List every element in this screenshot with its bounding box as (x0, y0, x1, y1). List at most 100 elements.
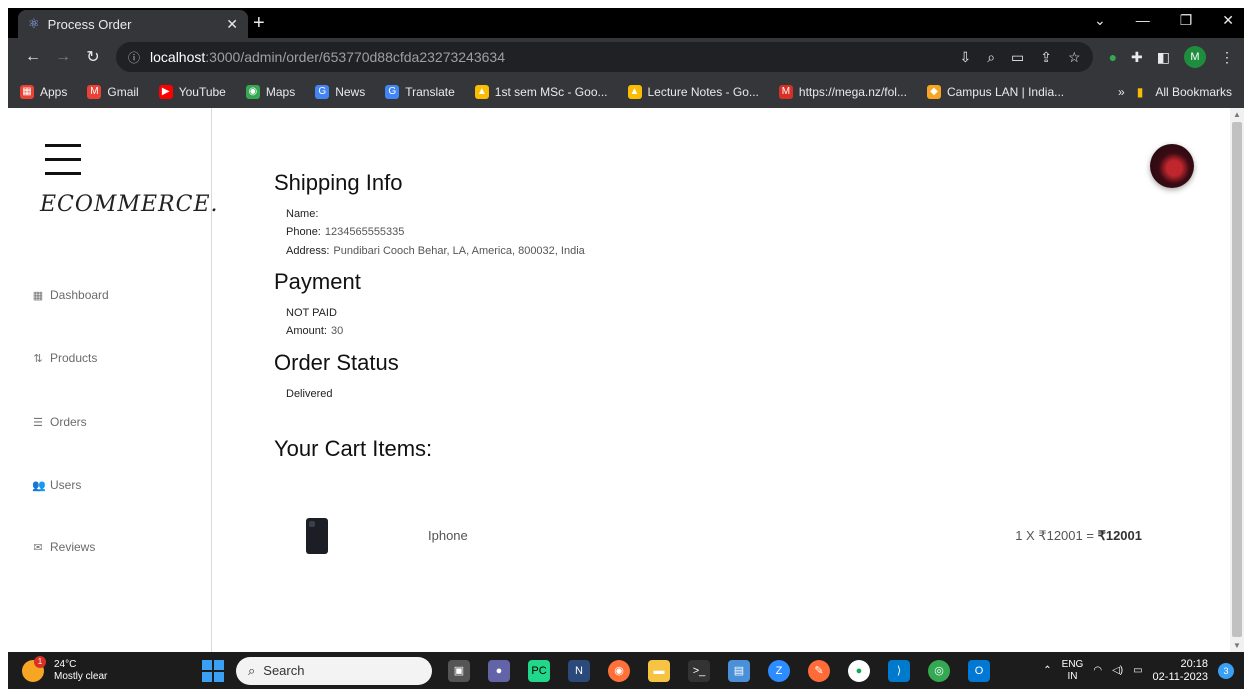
menu-kebab-icon[interactable]: ⋮ (1220, 49, 1234, 66)
all-bookmarks-link[interactable]: All Bookmarks (1155, 85, 1232, 99)
bookmark-star-icon[interactable]: ☆ (1068, 49, 1081, 66)
apps-grid-icon: ▦ (20, 85, 34, 99)
scroll-up-icon[interactable]: ▲ (1233, 110, 1241, 119)
weather-widget[interactable]: 1 24°C Mostly clear (8, 655, 198, 683)
back-arrow-icon[interactable]: ← (18, 48, 48, 66)
close-tab-icon[interactable]: ✕ (226, 16, 238, 33)
sidebar-item-dashboard[interactable]: ▦ Dashboard (32, 288, 109, 302)
iphone-image-icon (306, 518, 328, 554)
notification-badge[interactable]: 3 (1218, 662, 1234, 679)
minimize-icon[interactable]: — (1136, 12, 1150, 29)
address-bar[interactable]: ⓘ localhost :3000/admin/order/653770d88c… (116, 42, 1093, 72)
bookmark-campus-lan[interactable]: ◆ Campus LAN | India... (926, 85, 1064, 99)
extension-icon[interactable]: ● (1109, 49, 1117, 65)
sidebar-item-orders[interactable]: ☰ Orders (32, 415, 87, 429)
bookmark-drive-2[interactable]: ▲ Lecture Notes - Go... (627, 85, 759, 99)
reload-icon[interactable]: ↻ (78, 47, 108, 67)
mega-icon: M (778, 85, 793, 99)
page-viewport: ECOMMERCE. ▦ Dashboard ⇅ Products ☰ Orde… (8, 108, 1244, 652)
bookmark-gmail[interactable]: M Gmail (87, 85, 139, 99)
order-status-heading: Order Status (274, 350, 399, 375)
teams-icon[interactable]: ● (488, 659, 510, 682)
volume-icon[interactable]: ◁) (1112, 665, 1123, 676)
bookmark-news[interactable]: G News (315, 85, 365, 99)
wifi-icon[interactable]: ◠ (1093, 665, 1102, 676)
taskbar-search[interactable]: ⌕ Search (236, 656, 432, 685)
cart-heading: Your Cart Items: (274, 436, 433, 461)
maps-pin-icon: ◉ (245, 85, 260, 99)
notepad-icon[interactable]: ▤ (728, 659, 750, 682)
chrome-icon[interactable]: ◎ (928, 659, 950, 682)
translate-icon: G (385, 85, 400, 99)
bookmark-youtube[interactable]: ▶ YouTube (158, 85, 226, 99)
folder-icon: ▮ (1136, 85, 1144, 99)
browser-toolbar: ← → ↻ ⓘ localhost :3000/admin/order/6537… (8, 38, 1244, 76)
window-controls: ⌄ — ❐ ✕ (1094, 12, 1234, 29)
page-scrollbar[interactable]: ▲ ▼ (1230, 108, 1244, 652)
scrollbar-thumb[interactable] (1232, 122, 1242, 637)
weather-temp: 24°C (54, 658, 77, 670)
order-details: Shipping Info Name: Phone: 1234565555335 … (274, 108, 1174, 652)
campus-icon: ◆ (926, 85, 941, 99)
browser-window: ⚛ Process Order ✕ + ⌄ — ❐ ✕ ← → ↻ ⓘ loca… (8, 8, 1244, 108)
sidebar-item-reviews[interactable]: ✉ Reviews (32, 540, 95, 554)
news-icon: G (315, 85, 330, 99)
bookmark-translate[interactable]: G Translate (385, 85, 455, 99)
weather-desc: Mostly clear (54, 670, 108, 682)
site-info-icon[interactable]: ⓘ (128, 49, 140, 66)
profile-avatar[interactable]: M (1184, 46, 1206, 68)
firefox-icon[interactable]: ◉ (608, 659, 630, 682)
puzzle-icon[interactable]: ✚ (1131, 49, 1143, 66)
site-logo[interactable]: ECOMMERCE. (40, 192, 219, 217)
shipping-heading: Shipping Info (274, 170, 403, 195)
vscode-icon[interactable]: ⟩ (888, 659, 910, 682)
restore-icon[interactable]: ❐ (1180, 12, 1193, 29)
clock[interactable]: 20:18 02-11-2023 (1153, 658, 1208, 684)
tab-search-icon[interactable]: ⌄ (1094, 12, 1106, 29)
bookmarks-right: » ▮ All Bookmarks (1118, 85, 1232, 99)
file-explorer-icon[interactable]: ▬ (648, 659, 670, 682)
windows-start-icon[interactable] (202, 659, 224, 682)
extensions-area: ● ✚ ◧ M ⋮ (1109, 46, 1234, 68)
tray-chevron-icon[interactable]: ⌃ (1043, 665, 1051, 676)
user-avatar[interactable] (1150, 144, 1194, 188)
close-window-icon[interactable]: ✕ (1222, 12, 1234, 29)
system-tray: ⌃ ENG IN ◠ ◁) ▭ 20:18 02-11-2023 3 (1043, 658, 1244, 684)
bookmarks-overflow-icon[interactable]: » (1118, 85, 1125, 99)
sidebar-item-products[interactable]: ⇅ Products (32, 351, 97, 365)
terminal-icon[interactable]: >_ (688, 659, 710, 682)
payment-status: NOT PAID (286, 307, 337, 319)
windows-taskbar: 1 24°C Mostly clear ⌕ Search ▣ ● PC N ◉ … (8, 652, 1244, 689)
hamburger-menu-icon[interactable] (45, 144, 81, 176)
bookmark-apps[interactable]: ▦ Apps (20, 85, 67, 99)
reading-mode-icon[interactable]: ▭ (1011, 49, 1024, 66)
language-indicator[interactable]: ENG IN (1062, 659, 1084, 683)
shipping-name-row: Name: (286, 208, 319, 220)
vscode-alt-icon[interactable]: N (568, 659, 590, 682)
bookmarks-bar: ▦ Apps M Gmail ▶ YouTube ◉ Maps G News G Trans… (8, 76, 1244, 108)
cart-item-total: 1 X ₹12001 = ₹12001 (1015, 528, 1142, 543)
new-tab-button[interactable]: + (253, 12, 265, 34)
task-view-icon[interactable]: ▣ (448, 659, 470, 682)
payment-amount-row: Amount: 30 (286, 325, 344, 337)
share-icon[interactable]: ⇪ (1040, 49, 1052, 66)
mongodb-icon[interactable]: ● (848, 659, 870, 682)
bookmark-drive-1[interactable]: ▲ 1st sem MSc - Goo... (474, 85, 608, 99)
outlook-icon[interactable]: O (968, 659, 990, 682)
zoom-icon[interactable]: ⌕ (987, 49, 995, 66)
weather-moon-icon: 1 (22, 655, 46, 682)
sidebar-item-users[interactable]: 👥 Users (32, 478, 81, 492)
scroll-down-icon[interactable]: ▼ (1233, 641, 1241, 650)
bookmark-mega[interactable]: Mhttps://mega.nz/fol... (778, 85, 907, 99)
forward-arrow-icon[interactable]: → (48, 48, 78, 66)
pycharm-icon[interactable]: PC (528, 659, 550, 682)
postman-icon[interactable]: ✎ (808, 659, 830, 682)
battery-icon[interactable]: ▭ (1133, 665, 1142, 676)
side-panel-icon[interactable]: ◧ (1157, 49, 1170, 66)
zoom-app-icon[interactable]: Z (768, 659, 790, 682)
cart-item-name[interactable]: Iphone (428, 528, 468, 543)
tab-process-order[interactable]: ⚛ Process Order ✕ (18, 10, 248, 38)
install-app-icon[interactable]: ⇩ (959, 49, 971, 66)
taskbar-apps: ▣ ● PC N ◉ ▬ >_ ▤ Z ✎ ● ⟩ ◎ O (448, 659, 990, 682)
bookmark-maps[interactable]: ◉ Maps (245, 85, 295, 99)
